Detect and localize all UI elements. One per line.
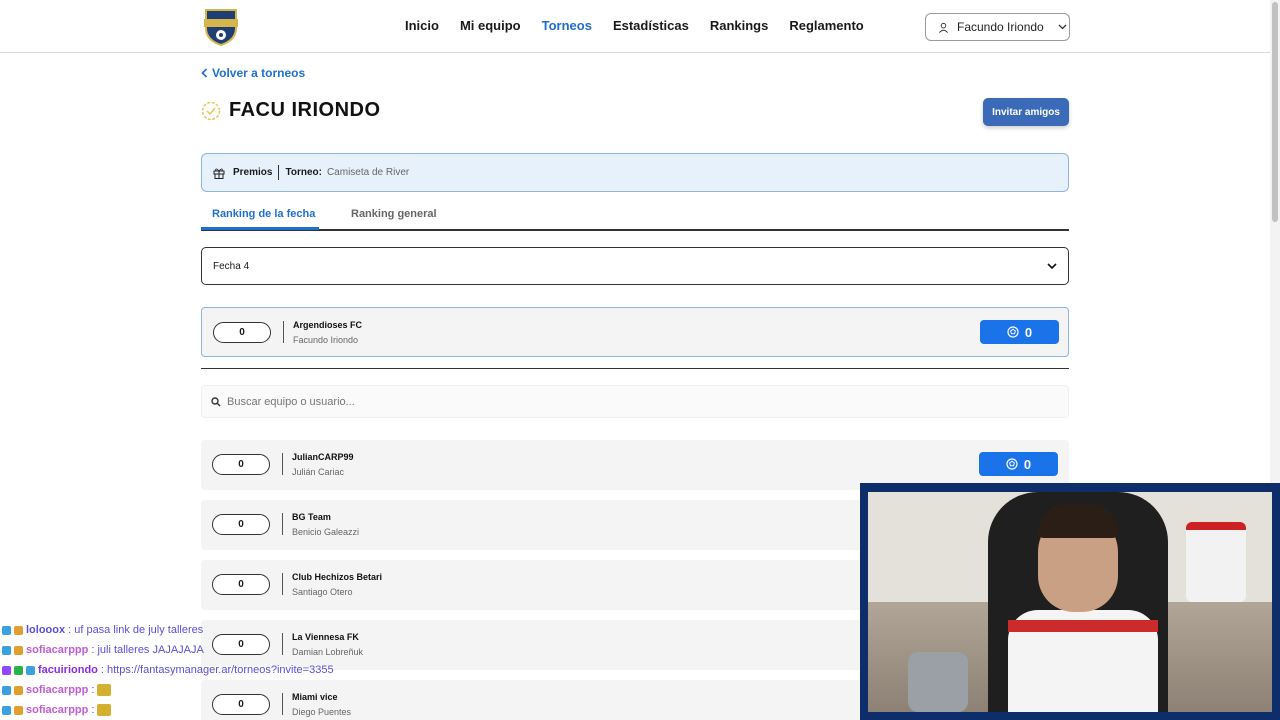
row-divider [283, 321, 284, 343]
chat-username: sofiacarppp [26, 684, 89, 696]
chat-text: : [91, 704, 95, 716]
team-name: BG Team [292, 512, 331, 522]
row-divider [282, 573, 283, 595]
chat-username: facuiriondo [38, 664, 98, 676]
team-owner: Julián Cariac [292, 467, 345, 477]
webcam-thermos [908, 652, 968, 712]
chat-message: facuiriondo : https://fantasymanager.ar/… [2, 660, 334, 680]
chevron-down-icon [1058, 24, 1067, 30]
chat-badge-icon [2, 645, 11, 655]
back-link[interactable]: Volver a torneos [201, 66, 305, 80]
active-tab-indicator [201, 227, 319, 230]
main-nav: Inicio Mi equipo Torneos Estadísticas Ra… [405, 18, 864, 33]
tab-ranking-fecha[interactable]: Ranking de la fecha [212, 208, 315, 220]
chevron-down-icon [1047, 263, 1057, 270]
points-badge[interactable]: 0 [979, 452, 1058, 476]
row-divider [282, 453, 283, 475]
chat-badge-icon [14, 685, 23, 695]
search-bar[interactable] [201, 385, 1069, 418]
position-pill: 0 [212, 514, 270, 535]
section-divider [201, 368, 1069, 369]
points-value: 0 [1024, 324, 1033, 340]
verified-badge-icon [201, 101, 221, 120]
scrollbar-thumb[interactable] [1272, 2, 1278, 222]
user-name: Facundo Iriondo [957, 20, 1044, 34]
back-link-label: Volver a torneos [212, 66, 306, 80]
ranking-tabs: Ranking de la fecha Ranking general [201, 200, 1069, 231]
points-badge[interactable]: 0 [980, 320, 1059, 344]
team-name: Club Hechizos Betari [292, 572, 383, 582]
my-team-row[interactable]: 0 Argendioses FC Facundo Iriondo 0 [201, 307, 1069, 357]
user-icon [939, 22, 948, 33]
chat-text: : uf pasa link de july talleres [68, 624, 204, 636]
top-navbar: Inicio Mi equipo Torneos Estadísticas Ra… [0, 0, 1270, 53]
team-owner: Santiago Otero [292, 587, 353, 597]
chat-message: sofiacarppp : [2, 700, 334, 720]
stream-chat-overlay: lolooox : uf pasa link de july talleres … [2, 620, 334, 720]
round-select[interactable]: Fecha 4 [201, 247, 1069, 285]
search-icon [211, 396, 221, 406]
chat-badge-icon [14, 705, 23, 715]
chat-message: sofiacarppp : juli talleres JAJAJAJA [2, 640, 334, 660]
soccer-ball-icon [1006, 458, 1018, 470]
webcam-shirt-stripe [1008, 620, 1158, 632]
nav-inicio[interactable]: Inicio [405, 18, 439, 33]
prizes-label: Premios [233, 167, 273, 178]
points-value: 0 [1023, 456, 1032, 472]
chat-text: : juli talleres JAJAJAJA [91, 644, 204, 656]
chevron-left-icon [201, 68, 208, 78]
position-pill: 0 [212, 454, 270, 475]
nav-torneos[interactable]: Torneos [542, 18, 592, 33]
chat-badge-icon [2, 705, 11, 715]
nav-estadisticas[interactable]: Estadísticas [613, 18, 689, 33]
chat-badge-icon [2, 625, 11, 635]
invite-friends-button[interactable]: Invitar amigos [983, 98, 1069, 126]
emote-icon [97, 704, 112, 716]
webcam-hair [1038, 504, 1118, 538]
row-divider [282, 513, 283, 535]
user-menu-button[interactable]: Facundo Iriondo [925, 13, 1070, 41]
team-name: Argendioses FC [293, 320, 363, 330]
webcam-jersey [1186, 522, 1246, 602]
chat-badge-icon [14, 625, 23, 635]
soccer-ball-icon [1007, 326, 1019, 338]
emote-icon [97, 684, 112, 696]
position-pill: 0 [213, 322, 271, 343]
chat-username: sofiacarppp [26, 704, 89, 716]
search-input[interactable] [227, 395, 527, 408]
nav-rankings[interactable]: Rankings [710, 18, 769, 33]
team-owner: Benicio Galeazzi [292, 527, 360, 537]
team-name: JulianCARP99 [292, 452, 354, 462]
nav-mi-equipo[interactable]: Mi equipo [460, 18, 521, 33]
chat-username: sofiacarppp [26, 644, 89, 656]
nav-reglamento[interactable]: Reglamento [789, 18, 863, 33]
chat-message: sofiacarppp : [2, 680, 334, 700]
position-pill: 0 [212, 574, 270, 595]
prizes-divider [278, 165, 280, 180]
page-title: FACU IRIONDO [229, 99, 381, 121]
page-root: Inicio Mi equipo Torneos Estadísticas Ra… [0, 0, 1280, 720]
webcam-feed [868, 492, 1272, 712]
page-header: FACU IRIONDO [201, 99, 381, 122]
round-select-value: Fecha 4 [213, 260, 250, 272]
prizes-banner: Premios Torneo: Camiseta de River [201, 153, 1069, 192]
chat-text: : [91, 684, 95, 696]
chat-username: lolooox [26, 624, 66, 636]
chat-badge-icon [26, 665, 35, 675]
webcam-overlay [860, 483, 1280, 720]
chat-text: : https://fantasymanager.ar/torneos?invi… [100, 664, 334, 676]
chat-badge-icon [2, 685, 11, 695]
tab-ranking-general[interactable]: Ranking general [351, 208, 437, 220]
tournament-label: Torneo: [285, 167, 322, 178]
tournament-prize-value: Camiseta de River [326, 167, 410, 178]
team-owner: Facundo Iriondo [293, 335, 359, 345]
chat-badge-icon [14, 645, 23, 655]
chat-badge-icon [14, 665, 23, 675]
chat-badge-icon [2, 665, 11, 675]
fantasy-logo[interactable] [202, 6, 240, 46]
chat-message: lolooox : uf pasa link de july talleres [2, 620, 334, 640]
gift-icon [213, 168, 225, 179]
